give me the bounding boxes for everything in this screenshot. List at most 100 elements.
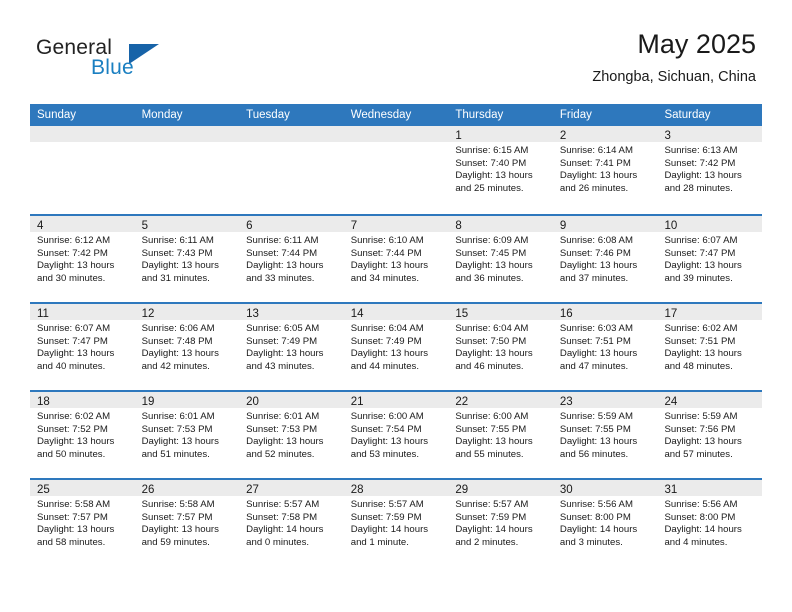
calendar-day-cell[interactable]: 31 Sunrise: 5:56 AM Sunset: 8:00 PM Dayligh… [657, 480, 763, 566]
calendar-day-cell[interactable]: 20 Sunrise: 6:01 AM Sunset: 7:53 PM Dayligh… [239, 392, 344, 478]
calendar-day-cell[interactable]: 21 Sunrise: 6:00 AM Sunset: 7:54 PM Dayligh… [343, 392, 449, 478]
day-number-band: 7 [343, 216, 449, 232]
day-number-band: 1 [448, 126, 553, 142]
sunset-text: Sunset: 7:53 PM [246, 423, 318, 435]
day-number: 15 [455, 308, 469, 320]
calendar-day-cell[interactable]: 26 Sunrise: 5:58 AM Sunset: 7:57 PM Dayligh… [134, 480, 240, 566]
daylight-text-line2: and 46 minutes. [455, 360, 524, 372]
day-number-band [134, 126, 240, 142]
day-sun-info: Sunrise: 6:01 AM Sunset: 7:53 PM Daylight:… [135, 408, 240, 461]
daylight-text-line1: Daylight: 13 hours [455, 436, 533, 448]
day-sun-info: Sunrise: 6:09 AM Sunset: 7:45 PM Daylight:… [448, 232, 553, 285]
calendar-day-cell[interactable]: 5 Sunrise: 6:11 AM Sunset: 7:43 PM Daylight… [134, 216, 240, 302]
day-sun-info: Sunrise: 5:56 AM Sunset: 8:00 PM Daylight:… [553, 496, 658, 549]
day-sun-info: Sunrise: 5:58 AM Sunset: 7:57 PM Daylight:… [30, 496, 135, 549]
day-sun-info: Sunrise: 6:11 AM Sunset: 7:44 PM Daylight:… [239, 232, 344, 285]
daylight-text-line1: Daylight: 13 hours [141, 524, 219, 536]
daylight-text-line2: and 36 minutes. [455, 272, 524, 284]
day-number-band: 27 [239, 480, 344, 496]
day-number-band: 10 [657, 216, 763, 232]
daylight-text-line1: Daylight: 13 hours [246, 436, 324, 448]
calendar-day-cell[interactable]: 19 Sunrise: 6:01 AM Sunset: 7:53 PM Dayligh… [134, 392, 240, 478]
calendar-day-cell[interactable]: 16 Sunrise: 6:03 AM Sunset: 7:51 PM Dayligh… [552, 304, 658, 390]
sunrise-text: Sunrise: 6:08 AM [559, 235, 633, 246]
sunrise-text: Sunrise: 6:11 AM [246, 235, 319, 246]
calendar-day-cell[interactable]: 18 Sunrise: 6:02 AM Sunset: 7:52 PM Dayligh… [30, 392, 135, 478]
calendar-day-cell[interactable]: 10 Sunrise: 6:07 AM Sunset: 7:47 PM Dayligh… [657, 216, 763, 302]
sunrise-text: Sunrise: 6:03 AM [559, 323, 633, 334]
daylight-text-line1: Daylight: 13 hours [37, 524, 115, 536]
calendar-day-cell[interactable]: 14 Sunrise: 6:04 AM Sunset: 7:49 PM Dayligh… [343, 304, 449, 390]
day-number-band [343, 126, 449, 142]
calendar-day-cell[interactable]: 11 Sunrise: 6:07 AM Sunset: 7:47 PM Dayligh… [30, 304, 135, 390]
sunrise-text: Sunrise: 6:02 AM [664, 323, 738, 334]
day-number: 9 [559, 220, 567, 232]
daylight-text-line1: Daylight: 14 hours [350, 524, 429, 536]
daylight-text-line2: and 0 minutes. [246, 536, 310, 548]
sunrise-text: Sunrise: 6:07 AM [664, 235, 738, 246]
calendar-day-cell-empty [239, 126, 344, 214]
calendar-day-cell[interactable]: 28 Sunrise: 5:57 AM Sunset: 7:59 PM Dayligh… [343, 480, 449, 566]
calendar-day-cell[interactable]: 27 Sunrise: 5:57 AM Sunset: 7:58 PM Dayligh… [239, 480, 344, 566]
sunrise-text: Sunrise: 6:00 AM [350, 411, 424, 422]
daylight-text-line2: and 37 minutes. [559, 272, 629, 284]
calendar-day-cell[interactable]: 9 Sunrise: 6:08 AM Sunset: 7:46 PM Daylight… [552, 216, 658, 302]
day-sun-info: Sunrise: 6:00 AM Sunset: 7:55 PM Daylight:… [448, 408, 553, 461]
daylight-text-line1: Daylight: 13 hours [559, 170, 638, 182]
daylight-text-line2: and 47 minutes. [559, 360, 629, 372]
sunset-text: Sunset: 7:56 PM [664, 423, 736, 435]
day-number: 21 [350, 396, 364, 408]
daylight-text-line1: Daylight: 13 hours [664, 348, 742, 360]
sunrise-text: Sunrise: 6:14 AM [559, 145, 633, 156]
calendar-day-cell[interactable]: 2 Sunrise: 6:14 AM Sunset: 7:41 PM Daylight… [552, 126, 658, 214]
calendar-day-cell[interactable]: 29 Sunrise: 5:57 AM Sunset: 7:59 PM Dayligh… [448, 480, 553, 566]
day-number: 29 [455, 484, 469, 496]
calendar-day-cell[interactable]: 1 Sunrise: 6:15 AM Sunset: 7:40 PM Daylight… [448, 126, 553, 214]
calendar-day-cell[interactable]: 30 Sunrise: 5:56 AM Sunset: 8:00 PM Dayligh… [552, 480, 658, 566]
sunset-text: Sunset: 7:49 PM [350, 335, 422, 347]
sunset-text: Sunset: 7:42 PM [664, 157, 736, 169]
calendar-day-cell[interactable]: 13 Sunrise: 6:05 AM Sunset: 7:49 PM Dayligh… [239, 304, 344, 390]
calendar-day-cell[interactable]: 23 Sunrise: 5:59 AM Sunset: 7:55 PM Dayligh… [552, 392, 658, 478]
sunset-text: Sunset: 7:59 PM [350, 511, 422, 523]
day-number-band: 29 [448, 480, 553, 496]
daylight-text-line2: and 2 minutes. [455, 536, 519, 548]
day-number: 6 [246, 220, 253, 232]
calendar-day-cell[interactable]: 12 Sunrise: 6:06 AM Sunset: 7:48 PM Dayligh… [134, 304, 240, 390]
day-number: 19 [141, 396, 155, 408]
calendar-day-cell[interactable]: 4 Sunrise: 6:12 AM Sunset: 7:42 PM Daylight… [30, 216, 135, 302]
sunset-text: Sunset: 7:54 PM [350, 423, 422, 435]
daylight-text-line1: Daylight: 13 hours [246, 348, 324, 360]
calendar-day-cell[interactable]: 3 Sunrise: 6:13 AM Sunset: 7:42 PM Daylight… [657, 126, 763, 214]
calendar-day-cell[interactable]: 17 Sunrise: 6:02 AM Sunset: 7:51 PM Dayligh… [657, 304, 763, 390]
calendar-day-cell[interactable]: 7 Sunrise: 6:10 AM Sunset: 7:44 PM Daylight… [343, 216, 449, 302]
daylight-text-line2: and 43 minutes. [246, 360, 315, 372]
day-number: 5 [141, 220, 148, 232]
calendar-day-cell[interactable]: 15 Sunrise: 6:04 AM Sunset: 7:50 PM Dayligh… [448, 304, 553, 390]
day-number: 25 [37, 484, 50, 496]
daylight-text-line2: and 59 minutes. [141, 536, 210, 548]
calendar-day-cell[interactable]: 8 Sunrise: 6:09 AM Sunset: 7:45 PM Daylight… [448, 216, 553, 302]
calendar-day-cell[interactable]: 6 Sunrise: 6:11 AM Sunset: 7:44 PM Daylight… [239, 216, 344, 302]
daylight-text-line1: Daylight: 13 hours [455, 170, 533, 182]
daylight-text-line2: and 26 minutes. [559, 182, 629, 194]
day-number-band: 22 [448, 392, 553, 408]
daylight-text-line1: Daylight: 13 hours [664, 170, 742, 182]
daylight-text-line1: Daylight: 13 hours [559, 348, 638, 360]
brand-logo[interactable]: General Blue [36, 36, 216, 86]
sunrise-text: Sunrise: 6:11 AM [141, 235, 214, 246]
page-header: General Blue May 2025 Zhongba, Sichuan, … [0, 0, 792, 100]
sunset-text: Sunset: 7:51 PM [664, 335, 736, 347]
day-sun-info: Sunrise: 6:14 AM Sunset: 7:41 PM Daylight:… [553, 142, 658, 195]
daylight-text-line2: and 4 minutes. [664, 536, 728, 548]
calendar-day-cell[interactable]: 25 Sunrise: 5:58 AM Sunset: 7:57 PM Dayligh… [30, 480, 135, 566]
day-number-band: 30 [552, 480, 658, 496]
sunset-text: Sunset: 7:57 PM [141, 511, 213, 523]
calendar-day-cell[interactable]: 22 Sunrise: 6:00 AM Sunset: 7:55 PM Dayligh… [448, 392, 553, 478]
day-number-band: 20 [239, 392, 344, 408]
day-number: 22 [455, 396, 469, 408]
sunrise-text: Sunrise: 6:02 AM [37, 411, 111, 422]
calendar-day-cell[interactable]: 24 Sunrise: 5:59 AM Sunset: 7:56 PM Dayligh… [657, 392, 763, 478]
sunset-text: Sunset: 7:48 PM [141, 335, 213, 347]
sunset-text: Sunset: 7:52 PM [37, 423, 108, 435]
